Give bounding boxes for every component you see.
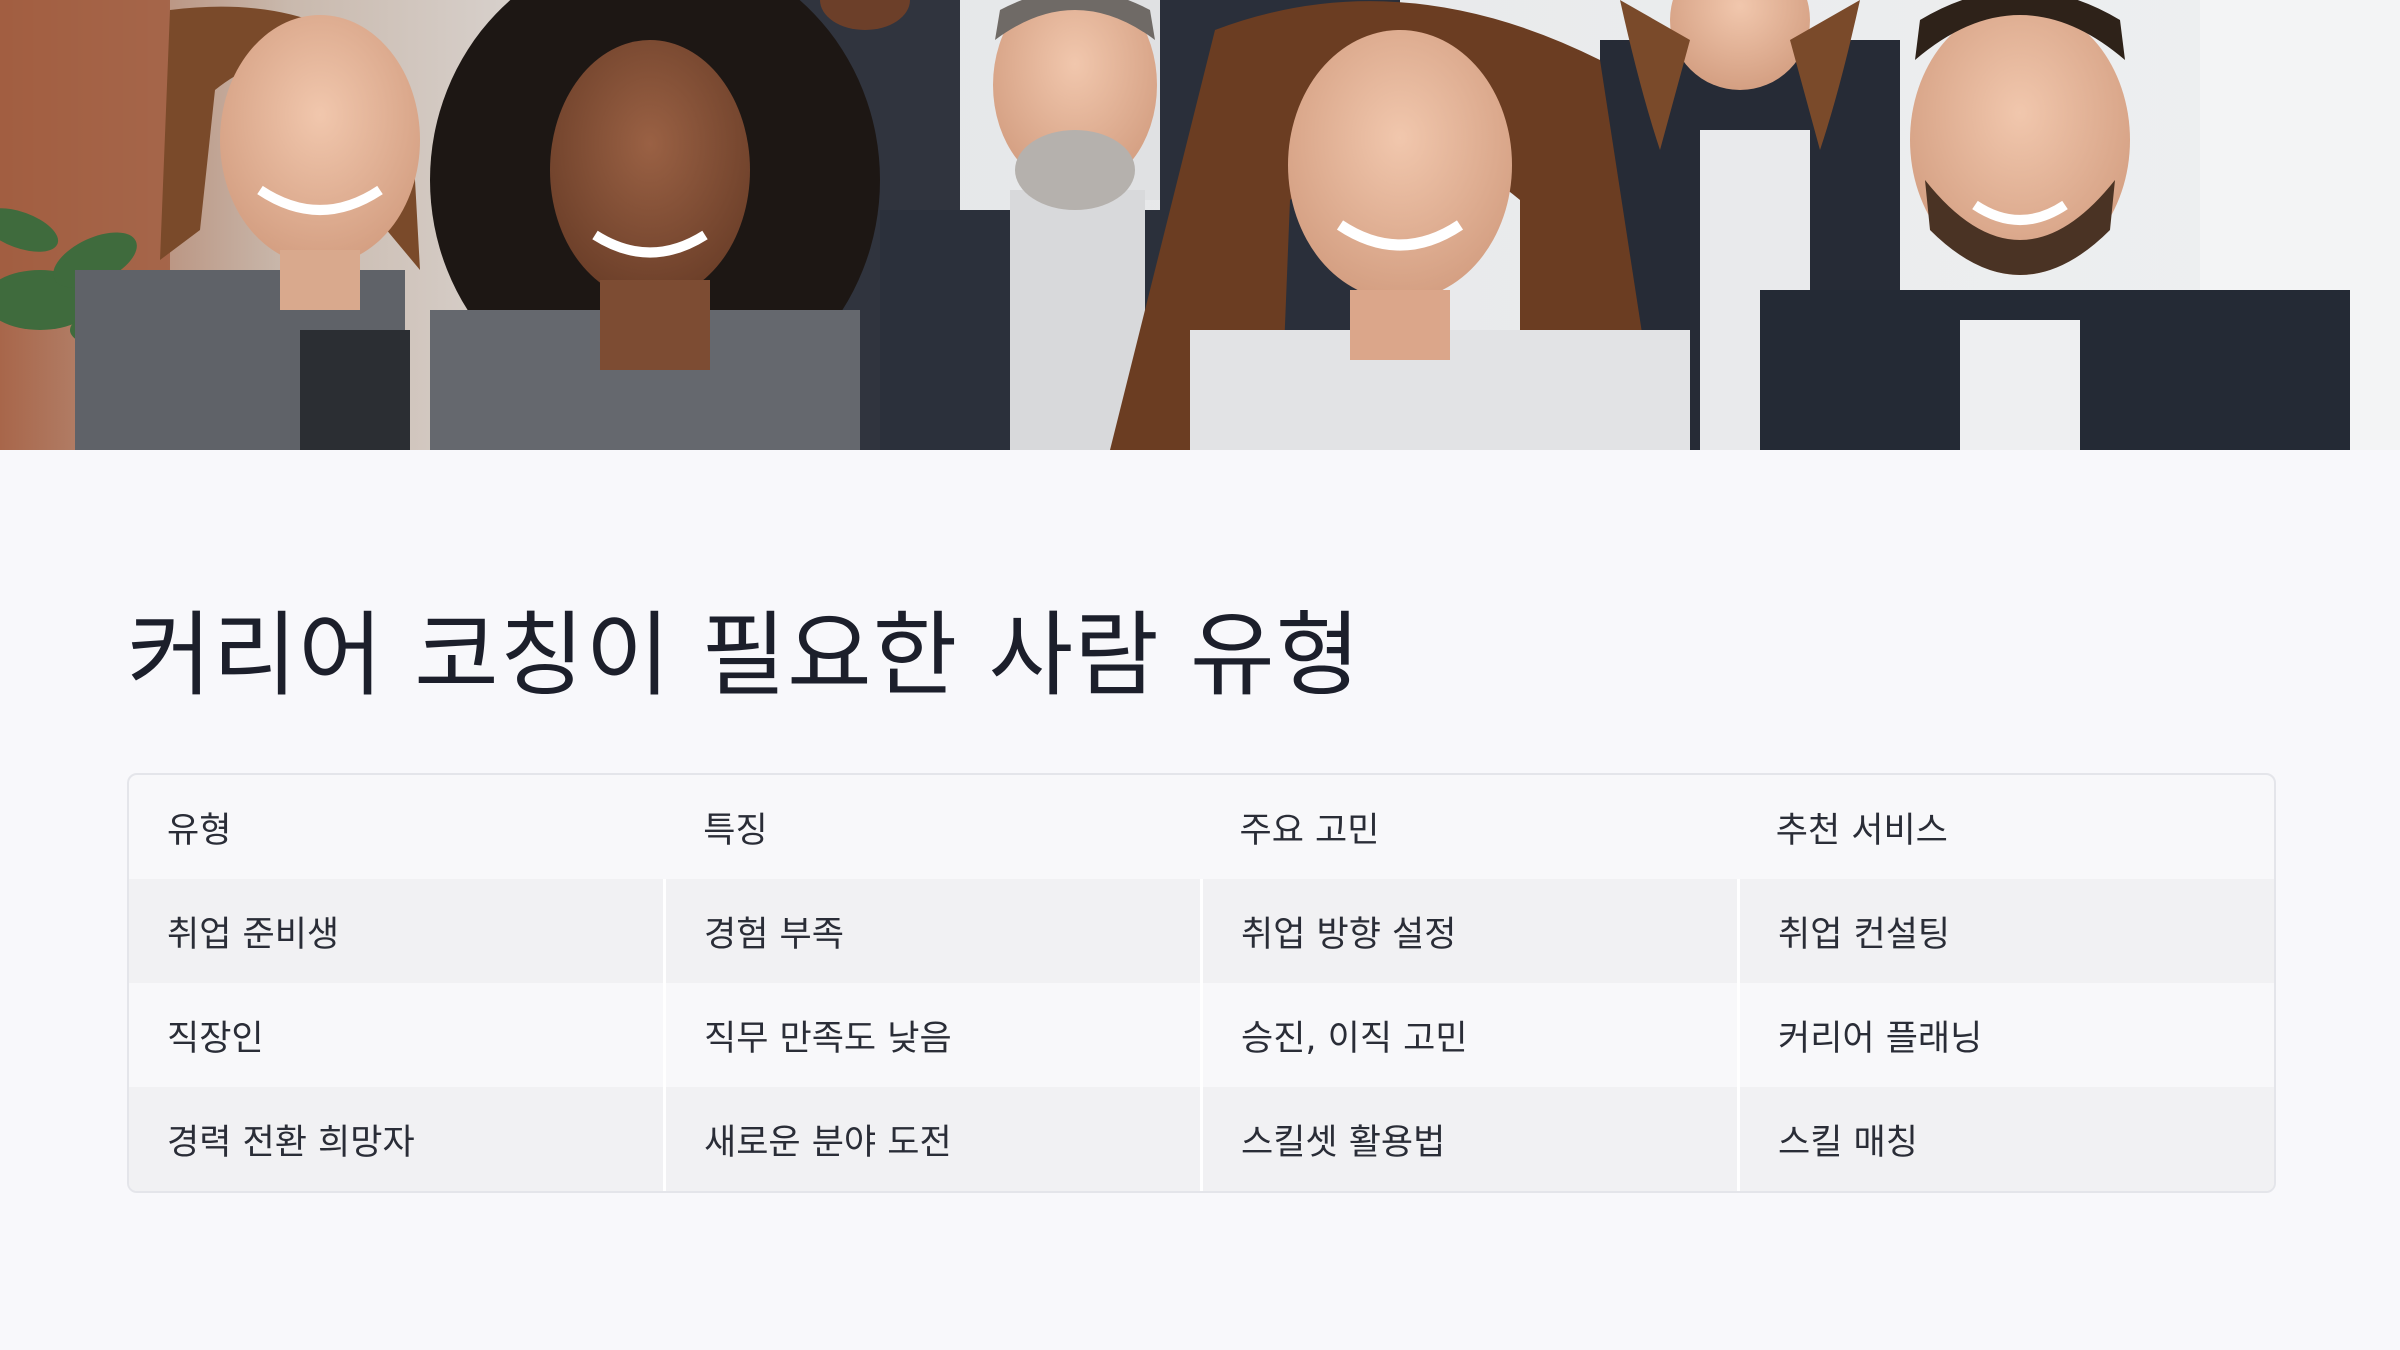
header-cell-feature: 특징 [703,810,768,851]
table-cell: 취업 준비생 [167,914,340,955]
hero-image [0,0,2400,450]
table-cell: 경력 전환 희망자 [167,1122,415,1163]
header-cell-concern: 주요 고민 [1239,810,1380,851]
career-coaching-types-table: 유형 특징 주요 고민 추천 서비스 취업 준비생 경험 부족 취업 방향 설정… [127,773,2276,1193]
table-row: 취업 준비생 경험 부족 취업 방향 설정 취업 컨설팅 [129,879,2274,983]
table-cell: 취업 방향 설정 [1200,879,1737,983]
header-cell-type: 유형 [167,810,232,851]
header-cell-service: 추천 서비스 [1775,810,1948,851]
table-cell: 취업 컨설팅 [1737,879,2274,983]
table-cell: 직장인 [167,1018,264,1059]
table-row: 경력 전환 희망자 새로운 분야 도전 스킬셋 활용법 스킬 매칭 [129,1087,2274,1191]
table-cell: 커리어 플래닝 [1737,983,2274,1087]
slide-title: 커리어 코칭이 필요한 사람 유형 [127,602,1362,709]
table-cell: 스킬셋 활용법 [1200,1087,1737,1191]
table-header-row: 유형 특징 주요 고민 추천 서비스 [129,775,2274,879]
table-cell: 승진, 이직 고민 [1200,983,1737,1087]
table-row: 직장인 직무 만족도 낮음 승진, 이직 고민 커리어 플래닝 [129,983,2274,1087]
table-cell: 직무 만족도 낮음 [663,983,1200,1087]
group-photo [0,0,2400,450]
table-cell: 새로운 분야 도전 [663,1087,1200,1191]
table-cell: 경험 부족 [663,879,1200,983]
table-cell: 스킬 매칭 [1737,1087,2274,1191]
